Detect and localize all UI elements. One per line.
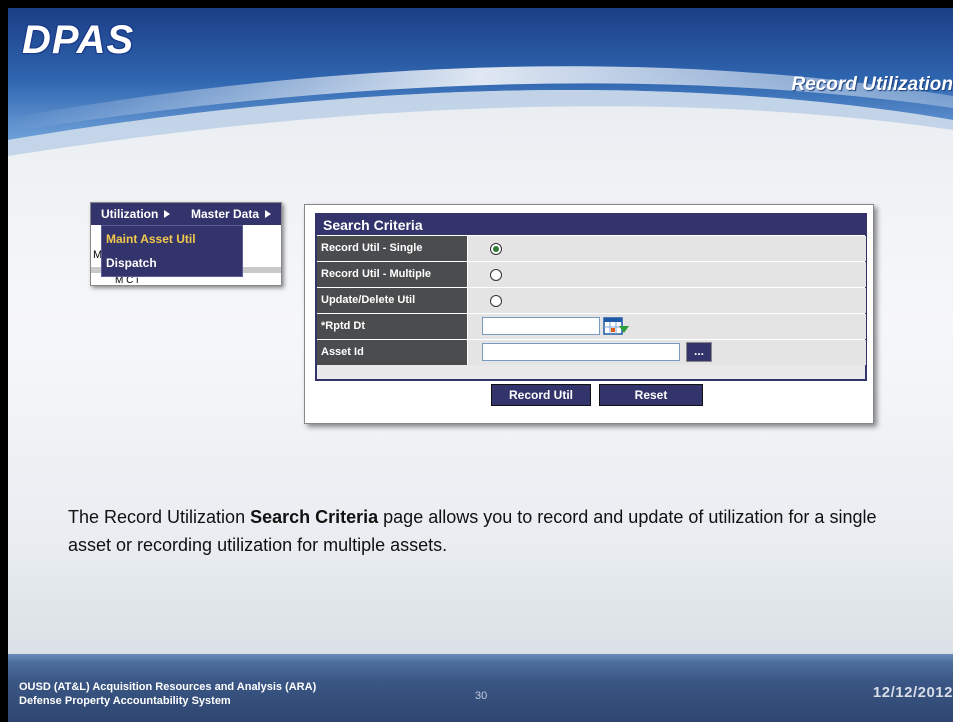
menu-master-data-label: Master Data	[191, 207, 260, 221]
submenu-arrow-icon	[164, 210, 171, 218]
row-value	[467, 262, 866, 287]
row-value	[467, 314, 866, 339]
page-number: 30	[475, 690, 488, 702]
search-criteria-form: Search Criteria Record Util - Single Rec…	[315, 213, 867, 381]
footer: OUSD (AT&L) Acquisition Resources and An…	[8, 654, 953, 722]
calendar-icon[interactable]	[603, 317, 629, 336]
dpas-logo: DPAS	[22, 18, 135, 62]
header-swoosh	[8, 8, 953, 156]
row-label: Update/Delete Util	[317, 288, 467, 313]
slide-title: Record Utilization	[791, 74, 953, 95]
menu-bar: Utilization Master Data	[91, 203, 281, 225]
radio-record-util-multiple[interactable]	[490, 269, 502, 281]
submenu-arrow-icon	[265, 210, 272, 218]
row-rptd-dt: *Rptd Dt	[317, 313, 866, 340]
search-criteria-panel: Search Criteria Record Util - Single Rec…	[304, 204, 874, 424]
asset-id-input[interactable]	[482, 343, 680, 361]
menu-master-data[interactable]: Master Data	[191, 207, 272, 221]
search-criteria-title: Search Criteria	[317, 215, 865, 235]
row-asset-id: Asset Id ...	[317, 339, 866, 366]
menu-utilization[interactable]: Utilization	[101, 207, 171, 221]
description-bold: Search Criteria	[250, 507, 379, 527]
row-value	[467, 288, 866, 313]
radio-update-delete-util[interactable]	[490, 295, 502, 307]
row-label: Record Util - Single	[317, 236, 467, 261]
row-label: Record Util - Multiple	[317, 262, 467, 287]
menu-item-maint-asset-util[interactable]: Maint Asset Util	[106, 232, 196, 246]
description-text: The Record Utilization Search Criteria p…	[68, 503, 888, 559]
row-label: Asset Id	[317, 340, 467, 365]
footer-date: 12/12/2012	[872, 684, 953, 701]
row-record-util-multiple: Record Util - Multiple	[317, 261, 866, 288]
row-record-util-single: Record Util - Single	[317, 235, 866, 262]
rptd-dt-input[interactable]	[482, 317, 600, 335]
row-value: ...	[467, 340, 866, 365]
record-util-button[interactable]: Record Util	[491, 384, 591, 406]
row-update-delete-util: Update/Delete Util	[317, 287, 866, 314]
menu-screenshot: Utilization Master Data M M C i Maint As…	[90, 202, 282, 286]
utilization-dropdown: Maint Asset Util Dispatch	[101, 225, 243, 277]
menu-utilization-label: Utilization	[101, 207, 159, 221]
asset-id-lookup-button[interactable]: ...	[686, 342, 712, 362]
radio-record-util-single[interactable]	[490, 243, 502, 255]
reset-button[interactable]: Reset	[599, 384, 703, 406]
footer-org-line1: OUSD (AT&L) Acquisition Resources and An…	[19, 681, 317, 693]
footer-org-line2: Defense Property Accountability System	[19, 695, 231, 707]
row-value	[467, 236, 866, 261]
description-part: The Record Utilization	[68, 507, 251, 527]
footer-org: OUSD (AT&L) Acquisition Resources and An…	[19, 680, 316, 708]
row-label: *Rptd Dt	[317, 314, 467, 339]
menu-item-dispatch[interactable]: Dispatch	[106, 256, 157, 270]
slide: DPAS Record Utilization Utilization Mast…	[8, 8, 953, 722]
